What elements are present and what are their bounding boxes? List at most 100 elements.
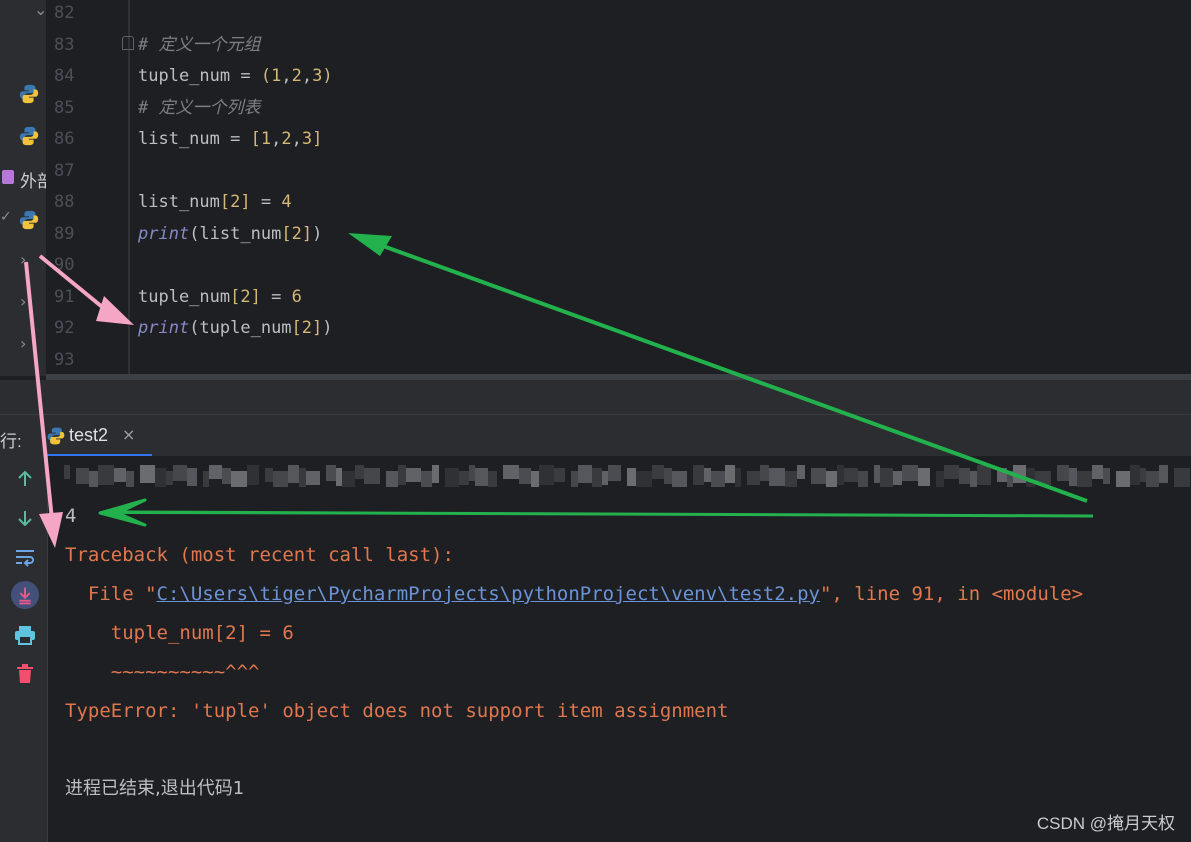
console-output-value: 4 [65,505,77,527]
redaction-pixel [326,465,336,481]
redaction-pixel [398,465,406,485]
code-line[interactable]: list_num = [1,2,3] [138,128,322,150]
code-editor[interactable]: ⌄ 外部 ✓ › › › 82 83 84 85 86 87 88 89 90 91 92 93 # … [0,0,1191,376]
exit-message: 进程已结束,退出代码1 [65,778,245,799]
scroll-down-button[interactable] [10,503,40,533]
printer-icon [15,626,35,645]
code-token: ] [301,223,313,244]
redaction-pixel [652,465,664,479]
redaction-pixel [98,465,114,485]
code-line[interactable]: print(list_num[2]) [138,223,322,245]
redaction-pixel [421,471,432,487]
redaction-pixel [445,468,459,487]
code-token: ] [240,192,251,212]
print-button[interactable] [10,620,40,650]
code-token: ) [322,318,333,338]
code-token: 2 [230,192,241,212]
chevron-right-icon[interactable]: › [20,250,26,269]
code-token: , [271,129,282,149]
watermark: CSDN @掩月天权 [1036,814,1175,833]
code-token: [ [230,286,241,307]
code-line[interactable]: tuple_num[2] = 6 [138,286,302,308]
line-number: 87 [54,160,75,181]
close-icon[interactable]: × [122,425,135,444]
chevron-right-icon[interactable]: › [20,292,26,311]
redaction-pixel [1092,465,1103,479]
gutter-divider [128,0,130,376]
redaction-pixel [769,468,785,486]
soft-wrap-icon [16,550,34,567]
python-file-icon[interactable] [18,209,40,231]
scroll-up-button[interactable] [10,464,40,494]
tab-test2[interactable]: test2 × [44,415,152,457]
redaction-pixel [222,468,231,484]
code-line[interactable]: list_num[2] = 4 [138,191,292,213]
code-token: list_num [138,192,220,212]
redaction-pixel [826,471,837,487]
redaction-pixel [1103,468,1110,484]
redaction-pixel [1013,465,1026,483]
external-libraries-label[interactable]: 外部 [20,167,46,192]
line-number: 91 [54,286,75,307]
redaction-pixel [1116,471,1130,487]
python-file-icon[interactable] [18,83,40,105]
redaction-pixel [735,468,741,487]
redaction-pixel [811,468,826,484]
code-token: 1 [271,66,282,86]
run-panel-header: 行: test2 × [0,414,1191,457]
code-token: # 定义一个列表 [138,97,261,118]
code-token: list_num = [138,129,251,149]
code-line[interactable]: print(tuple_num[2]) [138,317,333,339]
redaction-pixel [747,471,760,485]
redaction-pixel [902,465,918,481]
redaction-pixel [386,471,398,487]
redacted-command-line [64,465,1191,487]
redaction-pixel [166,471,173,485]
redaction-pixel [893,471,902,485]
redaction-pixel [1069,468,1077,486]
line-number: 83 [54,34,75,55]
code-token: tuple_num = [138,66,261,86]
redaction-pixel [1159,465,1168,483]
redaction-pixel [936,471,944,487]
redaction-pixel [704,468,711,482]
redaction-pixel [1130,465,1140,485]
redaction-pixel [608,465,621,481]
code-token: , [291,129,302,149]
redaction-pixel [364,468,380,484]
code-token: print [138,318,190,338]
redaction-pixel [89,471,98,487]
redaction-pixel [488,471,497,487]
python-file-icon[interactable] [18,125,40,147]
fold-marker-icon[interactable] [122,36,134,50]
redaction-pixel [944,465,959,479]
code-token: = [250,192,282,212]
code-token: ( [260,66,272,86]
chevron-right-icon[interactable]: › [20,334,26,353]
file-path-link[interactable]: C:\Users\tiger\PycharmProjects\pythonPro… [157,583,820,605]
redaction-pixel [531,471,539,487]
redaction-pixel [672,471,687,487]
redaction-pixel [970,471,977,487]
traceback-header: Traceback (most recent call last): [65,544,454,566]
traceback-file-line: File "C:\Users\tiger\PycharmProjects\pyt… [65,582,1083,606]
line-number: 92 [54,318,75,338]
redaction-pixel [432,465,439,483]
redaction-pixel [406,468,421,482]
code-line[interactable]: # 定义一个元组 [138,34,260,56]
chevron-icon[interactable]: ⌄ [34,0,46,19]
clear-all-button[interactable] [10,659,40,689]
code-line[interactable]: # 定义一个列表 [138,97,260,119]
error-message: TypeError: 'tuple' object does not suppo… [65,700,729,722]
redaction-pixel [342,471,355,487]
console-output[interactable]: 4 Traceback (most recent call last): Fil… [48,456,1191,842]
scroll-to-end-button[interactable] [10,580,40,610]
code-line[interactable]: tuple_num = (1,2,3) [138,65,333,87]
soft-wrap-button[interactable] [10,542,40,572]
redaction-pixel [231,471,247,487]
redaction-pixel [209,465,222,479]
redaction-pixel [64,465,70,479]
redaction-pixel [247,465,259,485]
redaction-pixel [837,465,844,485]
redaction-pixel [664,468,672,484]
